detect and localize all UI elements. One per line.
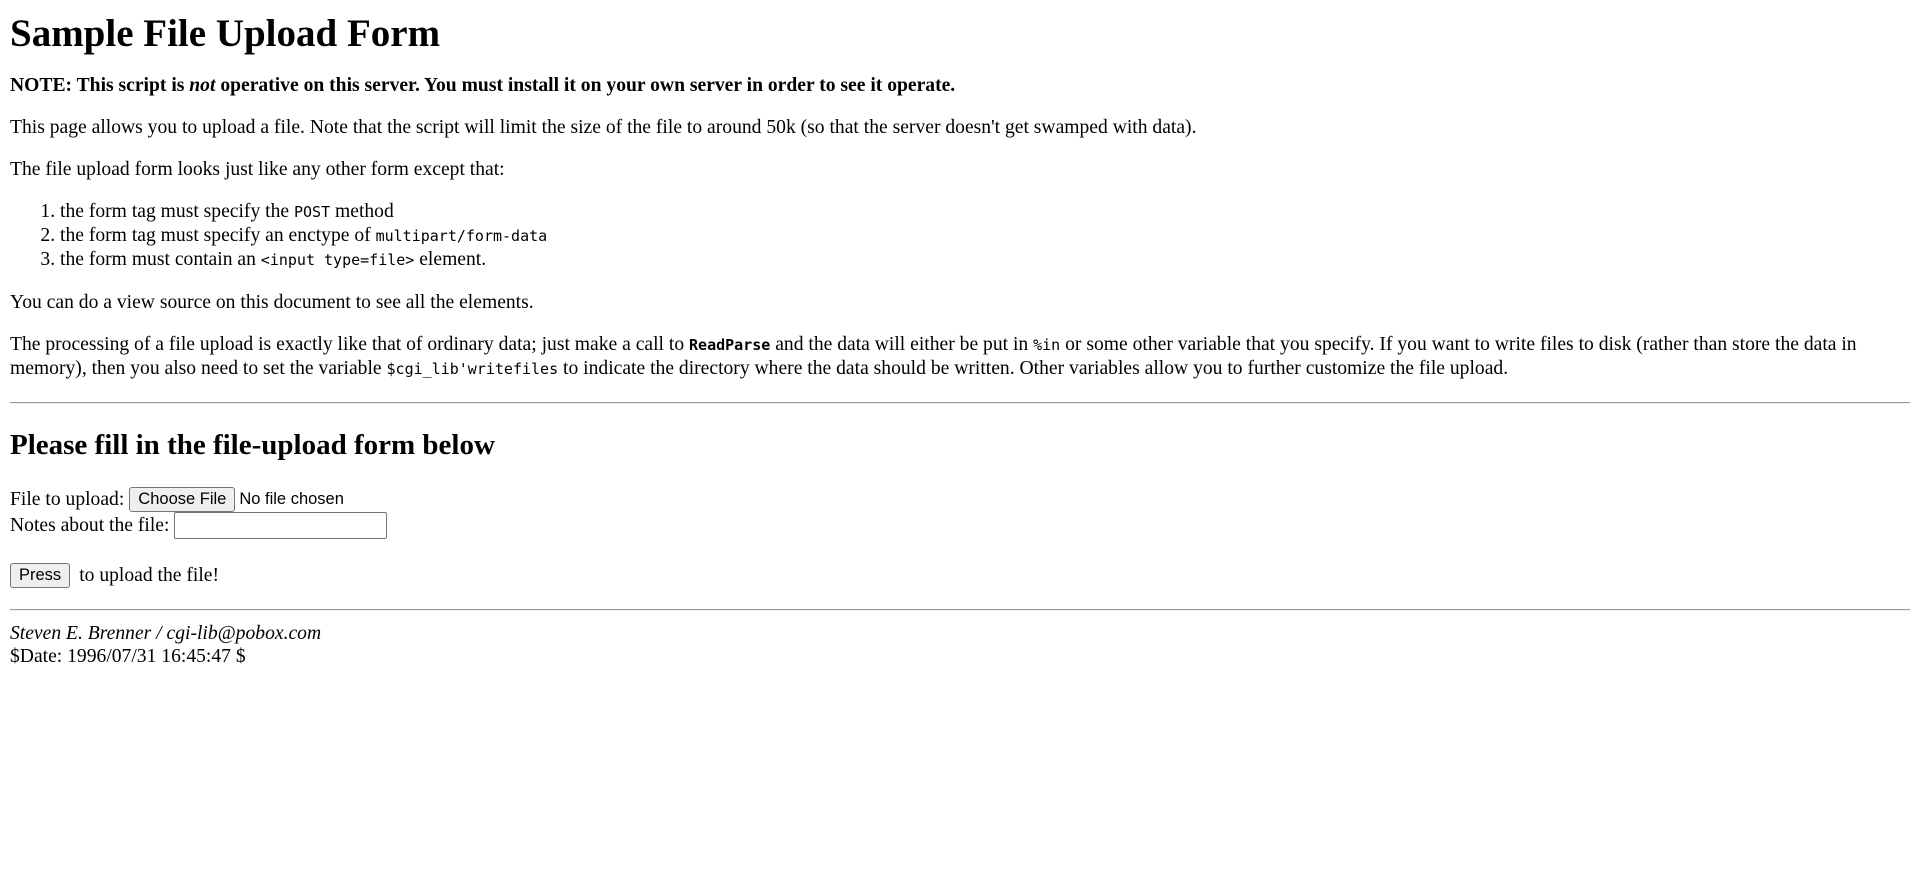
choose-file-button[interactable]: Choose File bbox=[129, 486, 236, 512]
press-suffix: to upload the file! bbox=[79, 564, 220, 586]
requirements-list: the form tag must specify the POST metho… bbox=[10, 200, 1910, 272]
note-emphasis: not bbox=[189, 75, 216, 96]
processing-paragraph: The processing of a file upload is exact… bbox=[10, 333, 1910, 381]
processing-text: The processing of a file upload is exact… bbox=[10, 334, 690, 355]
rule-text: method bbox=[330, 201, 394, 222]
upload-form: File to upload: Choose File No file chos… bbox=[10, 486, 1910, 588]
rule-text: the form tag must specify an enctype of bbox=[60, 225, 376, 246]
readparse-code: ReadParse bbox=[689, 336, 771, 354]
processing-text: and the data will either be put in bbox=[770, 334, 1034, 355]
view-source-paragraph: You can do a view source on this documen… bbox=[10, 292, 534, 313]
signature: Steven E. Brenner / cgi-lib@pobox.com $D… bbox=[10, 622, 1910, 668]
rule-code: POST bbox=[293, 203, 331, 221]
file-label: File to upload: bbox=[10, 488, 125, 510]
note-paragraph: NOTE: This script is not operative on th… bbox=[10, 74, 1910, 97]
form-heading: Please fill in the file-upload form belo… bbox=[10, 429, 495, 461]
list-item: the form tag must specify the POST metho… bbox=[60, 200, 1910, 224]
rule-code: multipart/form-data bbox=[375, 227, 548, 245]
list-item: the form tag must specify an enctype of … bbox=[60, 224, 1910, 248]
intro-paragraph: This page allows you to upload a file. N… bbox=[10, 117, 1197, 138]
notes-label: Notes about the file: bbox=[10, 514, 170, 536]
divider bbox=[10, 402, 1910, 404]
note-suffix: operative on this server. You must insta… bbox=[215, 75, 956, 96]
note-prefix: NOTE: This script is bbox=[10, 75, 190, 96]
author: Steven E. Brenner / cgi-lib@pobox.com bbox=[10, 623, 322, 644]
rule-text: element. bbox=[414, 249, 487, 270]
writefiles-code: $cgi_lib'writefiles bbox=[386, 360, 559, 378]
file-row: File to upload: Choose File No file chos… bbox=[10, 486, 1910, 512]
page-title: Sample File Upload Form bbox=[10, 12, 441, 55]
percent-in-code: %in bbox=[1033, 336, 1061, 354]
notes-input[interactable] bbox=[174, 511, 388, 539]
revision-date: $Date: 1996/07/31 16:45:47 $ bbox=[10, 646, 246, 667]
rule-text: the form tag must specify the bbox=[60, 201, 294, 222]
divider bbox=[10, 609, 1910, 611]
processing-text: to indicate the directory where the data… bbox=[558, 358, 1509, 379]
list-item: the form must contain an <input type=fil… bbox=[60, 248, 1910, 272]
file-status: No file chosen bbox=[239, 489, 344, 508]
submit-row: Press to upload the file! bbox=[10, 562, 1910, 588]
rule-code: <input type=file> bbox=[260, 251, 415, 269]
notes-row: Notes about the file: bbox=[10, 511, 1910, 539]
form-description: The file upload form looks just like any… bbox=[10, 159, 505, 180]
rule-text: the form must contain an bbox=[60, 249, 261, 270]
press-button[interactable]: Press bbox=[10, 562, 71, 588]
